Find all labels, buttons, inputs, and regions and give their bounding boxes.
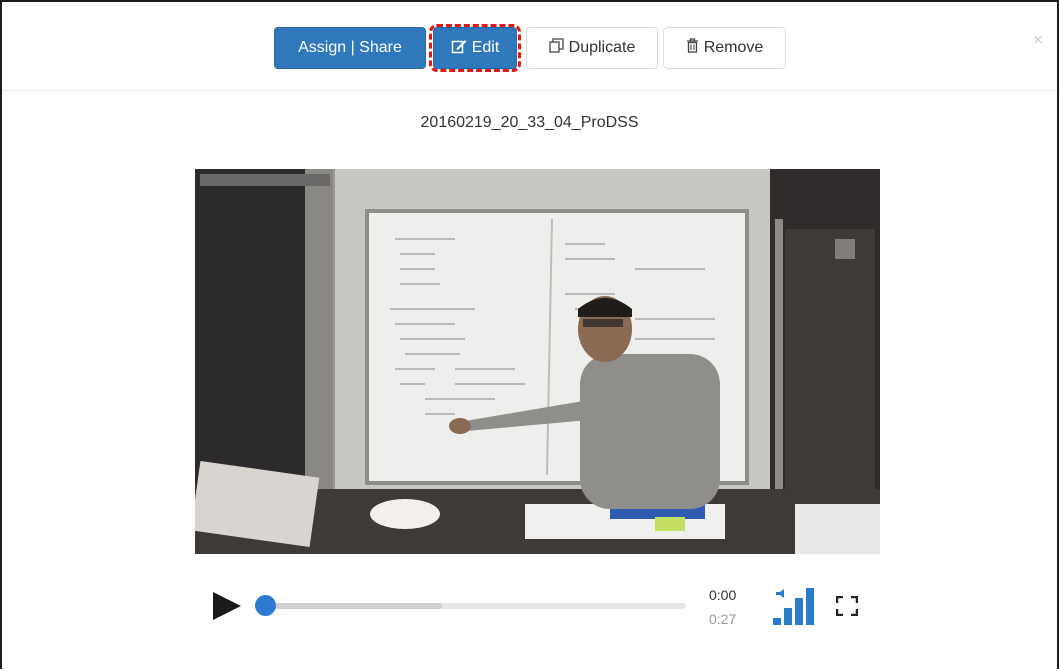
edit-label: Edit [471, 39, 500, 56]
duplicate-button[interactable]: Duplicate [526, 27, 658, 69]
edit-button[interactable]: Edit [433, 27, 517, 69]
duplicate-label: Duplicate [568, 39, 636, 56]
assign-share-button[interactable]: Assign | Share [274, 27, 426, 69]
current-time: 0:00 [709, 587, 737, 603]
video-frame-image [195, 169, 880, 554]
video-controls: 0:00 0:27 [0, 570, 1059, 640]
close-icon[interactable]: × [1033, 30, 1043, 50]
trash-icon [686, 38, 704, 58]
copy-icon [548, 38, 569, 58]
pencil-square-icon [451, 38, 472, 59]
remove-button[interactable]: Remove [663, 27, 786, 69]
remove-label: Remove [703, 39, 764, 56]
buffered-bar [266, 603, 443, 609]
fullscreen-icon[interactable] [835, 595, 859, 621]
progress-handle[interactable] [255, 595, 276, 616]
video-title: 20160219_20_33_04_ProDSS [420, 114, 639, 131]
assign-share-label: Assign | Share [298, 39, 402, 56]
play-icon[interactable] [212, 592, 242, 625]
duration: 0:27 [709, 611, 737, 627]
volume-bars-icon[interactable] [772, 588, 818, 631]
video-player[interactable] [195, 169, 880, 554]
progress-bar[interactable] [266, 603, 686, 609]
